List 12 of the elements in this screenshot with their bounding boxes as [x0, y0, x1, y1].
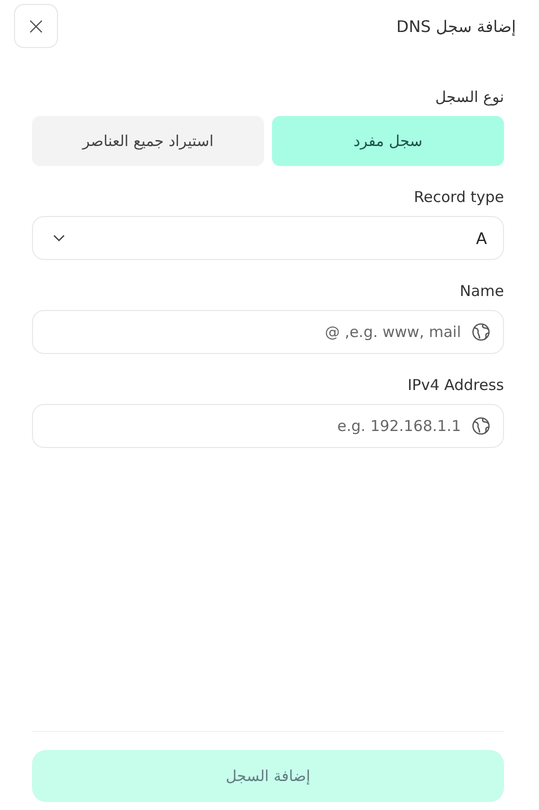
input-field[interactable]: e.g. 192.168.1.1	[32, 404, 504, 448]
field-label: Name	[458, 282, 504, 300]
tab[interactable]: استيراد جميع العناصر	[32, 116, 264, 166]
dialog-title: إضافة سجل DNS	[396, 16, 516, 36]
close-button[interactable]: ×	[14, 4, 58, 48]
field-label: نوع السجل	[434, 88, 504, 106]
tab[interactable]: سجل مفرد	[272, 116, 504, 166]
field-label: IPv4 Address	[406, 376, 504, 394]
input-field[interactable]: @ ,e.g. www, mail	[32, 310, 504, 354]
chevron-down-icon	[53, 234, 65, 242]
record-type-dropdown[interactable]: A	[32, 216, 504, 260]
field-label: Record type	[412, 188, 504, 206]
